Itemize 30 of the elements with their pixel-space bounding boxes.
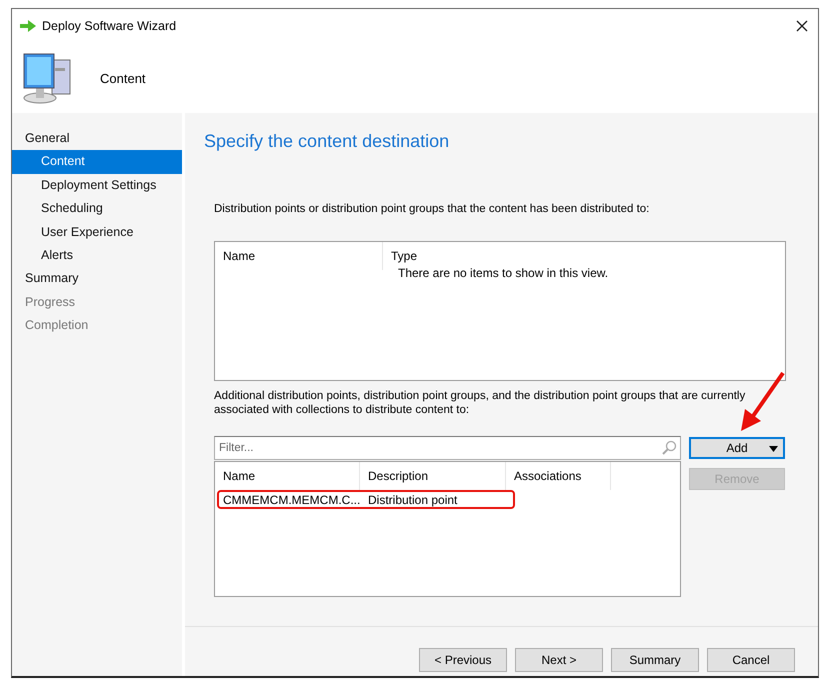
page-title: Specify the content destination	[204, 131, 450, 152]
description-text: Distribution points or distribution point groups that the content has been distributed to:	[214, 203, 650, 215]
sidebar-item[interactable]: General	[12, 127, 182, 150]
wizard-button[interactable]: Next >	[515, 648, 603, 672]
filter-field[interactable]: Filter...	[214, 436, 681, 460]
sidebar-item[interactable]: User Experience	[12, 220, 182, 244]
column-header[interactable]: Name	[215, 242, 383, 270]
empty-message: There are no items to show in this view.	[398, 266, 608, 280]
table-cell-text: Distribution point	[367, 492, 458, 506]
arrow-icon	[20, 20, 36, 32]
wizard-button[interactable]: < Previous	[419, 648, 507, 672]
window-title: Deploy Software Wizard	[42, 19, 176, 33]
sidebar-item[interactable]: Alerts	[12, 244, 182, 268]
table-cell-text: CMMEMCM.MEMCM.C...	[222, 492, 362, 506]
sidebar-item[interactable]: Content	[12, 150, 182, 174]
header-title: Content	[100, 70, 146, 86]
sidebar-item[interactable]: Scheduling	[12, 197, 182, 221]
column-header[interactable]: Associations	[506, 462, 611, 490]
sidebar-item[interactable]: Summary	[12, 267, 182, 291]
description-text: Additional distribution points, distribution point groups, and the distribution point groups that are currently associated with collections to distribute content to:	[214, 389, 746, 417]
action-button[interactable]: Add	[689, 437, 785, 459]
column-header[interactable]: Name	[215, 462, 360, 490]
close-icon[interactable]	[796, 20, 808, 32]
wizard-button[interactable]: Cancel	[707, 648, 795, 672]
search-icon	[661, 440, 677, 456]
caret-icon	[769, 446, 778, 452]
column-header[interactable]: Description	[360, 462, 506, 490]
wizard-button[interactable]: Summary	[611, 648, 699, 672]
sidebar-item[interactable]: Deployment Settings	[12, 174, 182, 198]
list-row[interactable]: CMMEMCM.MEMCM.C... Distribution point	[217, 490, 515, 509]
